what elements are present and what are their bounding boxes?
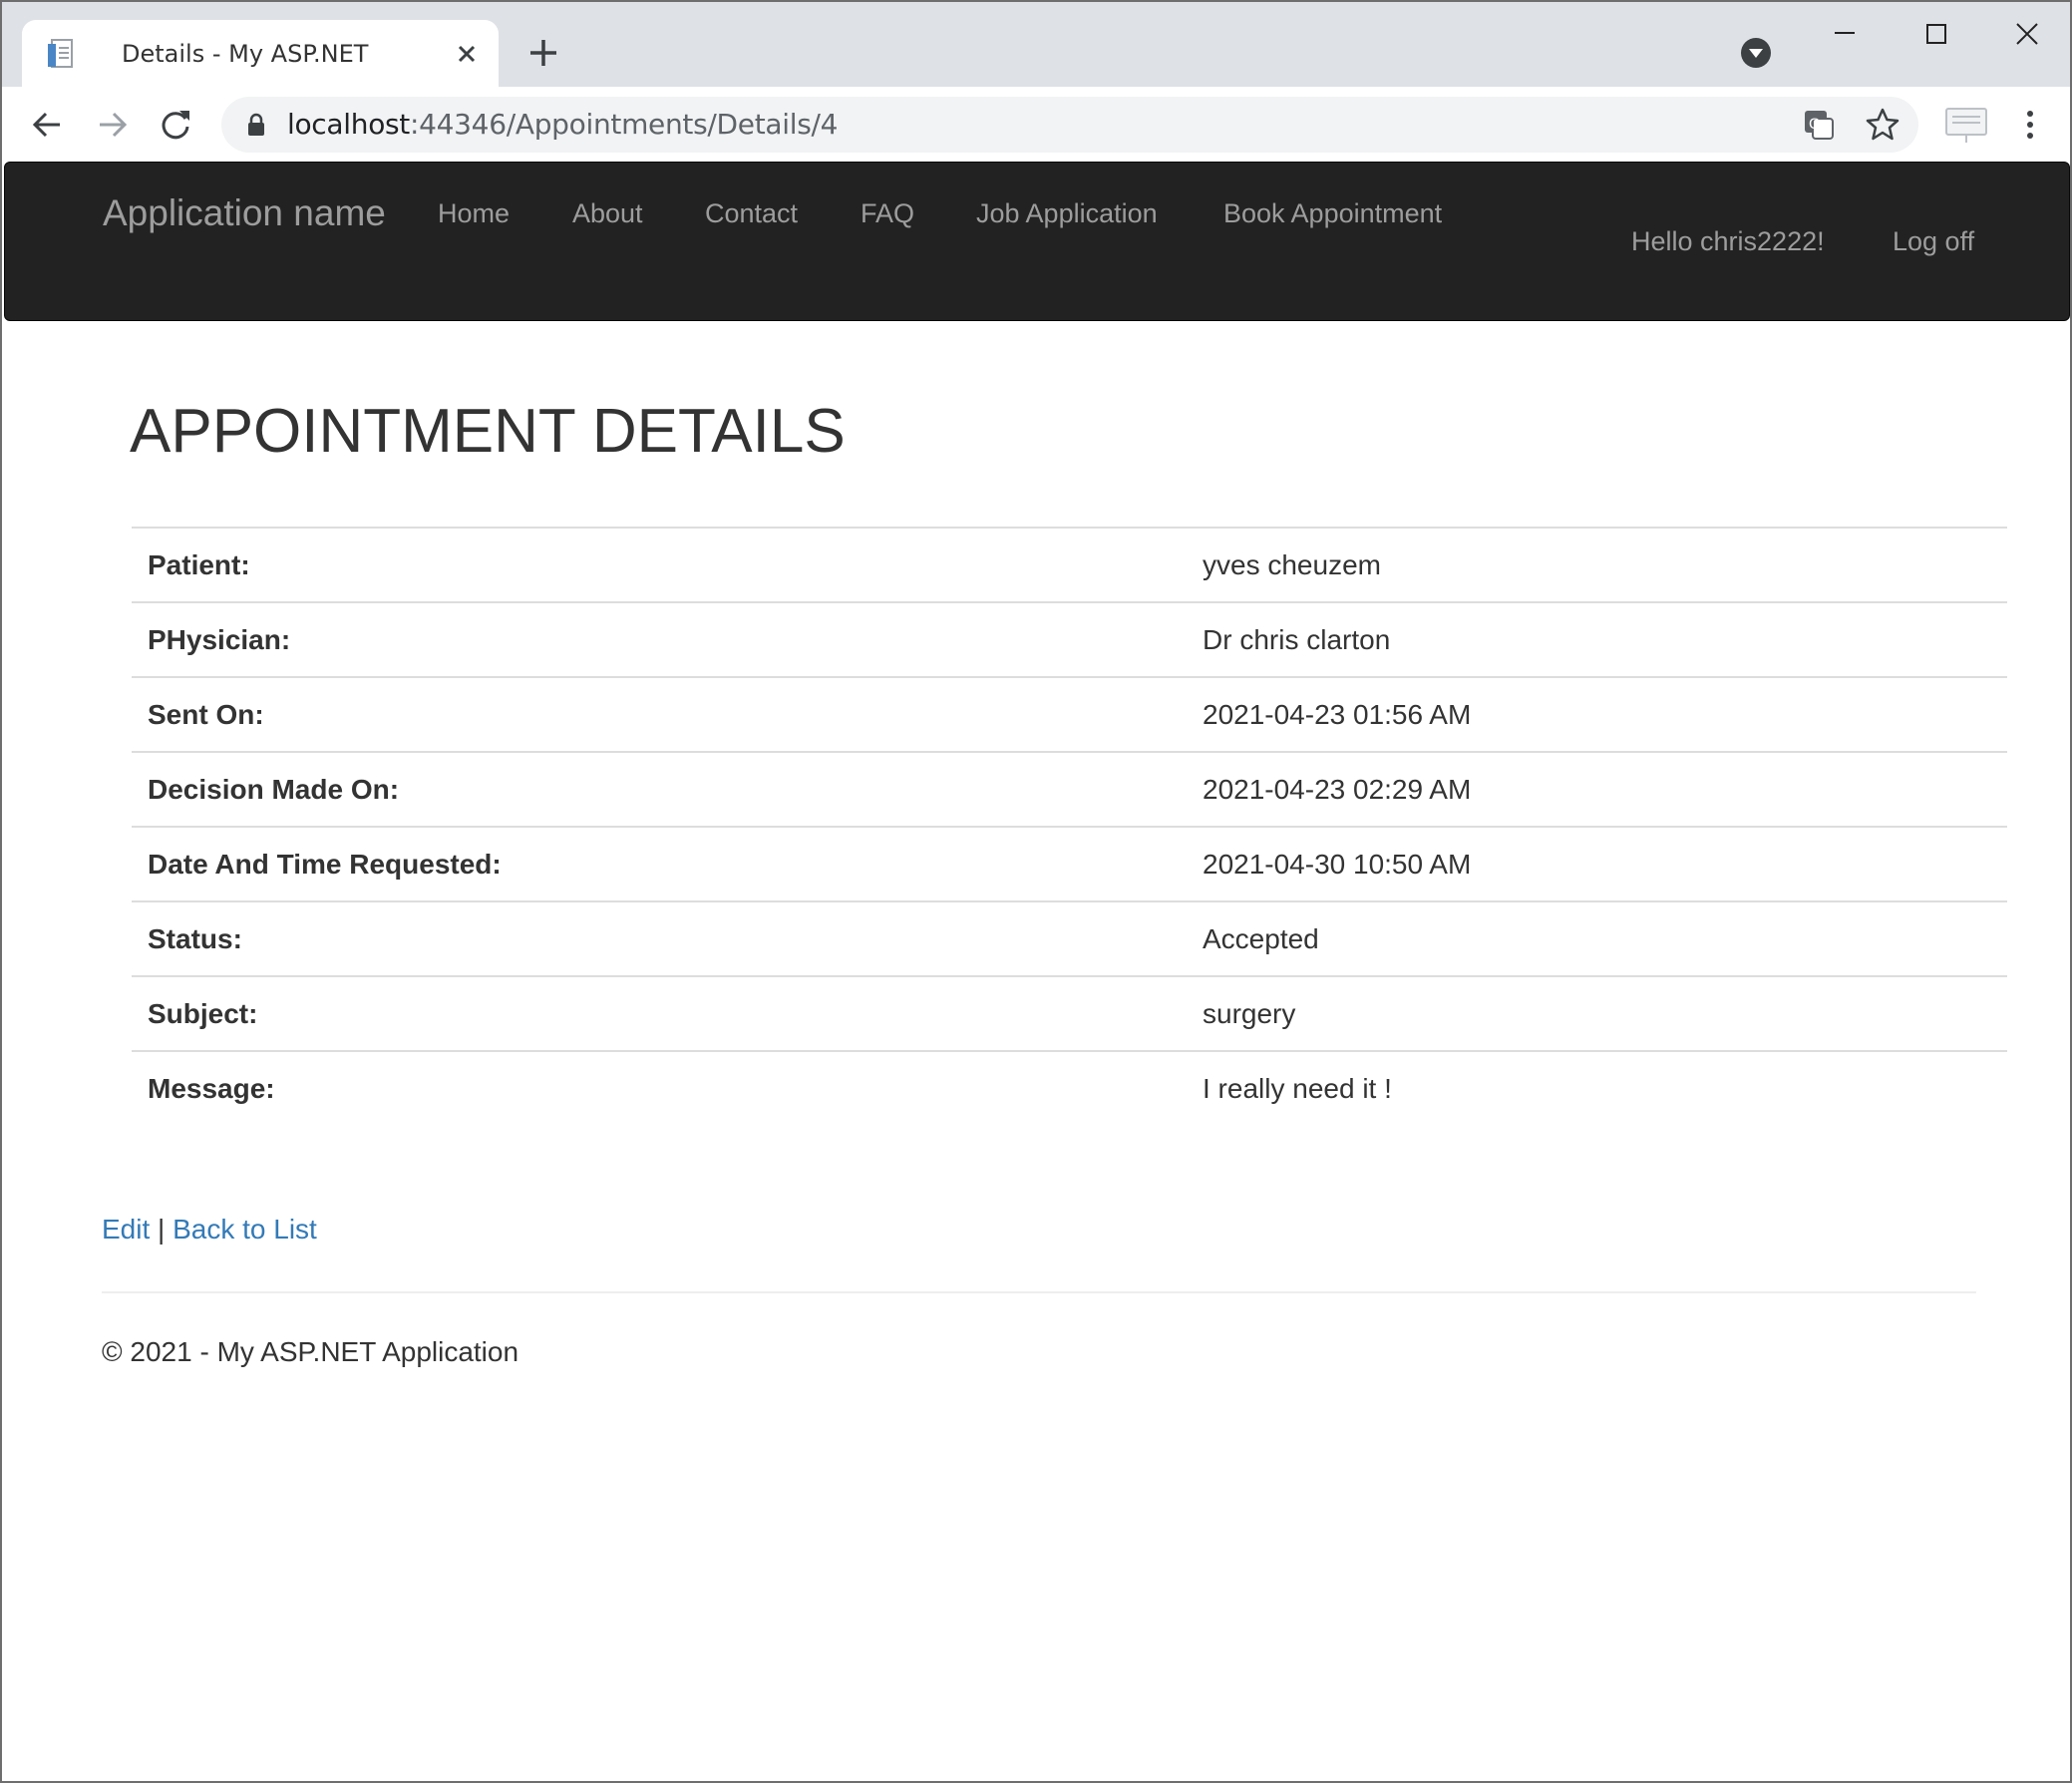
close-icon[interactable] [453,40,481,68]
navbar-brand[interactable]: Application name [103,192,386,234]
detail-value: Dr chris clarton [1185,601,2007,677]
detail-label: Sent On: [132,676,1185,752]
details-row: Sent On: 2021-04-23 01:56 AM [132,676,2007,752]
back-arrow-icon[interactable] [28,105,68,145]
site-navbar: Application name Home About Contact FAQ … [4,162,2070,321]
details-row: PHysician: Dr chris clarton [132,601,2007,677]
detail-value: I really need it ! [1185,1050,2007,1125]
back-to-list-link[interactable]: Back to List [173,1214,317,1245]
nav-link-contact[interactable]: Contact [705,198,798,229]
detail-label: Status: [132,900,1185,976]
browser-tabstrip: Details - My ASP.NET Application [2,2,2070,136]
link-separator: | [158,1214,166,1245]
browser-toolbar: localhost:44346/Appointments/Details/4 G [2,87,2070,163]
edit-link[interactable]: Edit [102,1214,150,1245]
nav-link-book-appointment[interactable]: Book Appointment [1223,198,1442,229]
cast-icon[interactable] [1944,103,1988,147]
detail-value: 2021-04-23 01:56 AM [1185,676,2007,752]
lock-icon[interactable] [247,113,265,137]
details-row: Status: Accepted [132,900,2007,976]
url-path: :44346/Appointments/Details/4 [410,108,839,141]
maximize-icon[interactable] [1906,16,1966,52]
plus-icon[interactable] [526,36,560,70]
nav-link-faq[interactable]: FAQ [861,198,914,229]
nav-user-greeting[interactable]: Hello chris2222! [1631,226,1825,257]
detail-label: Patient: [132,527,1185,602]
address-bar[interactable]: localhost:44346/Appointments/Details/4 G [221,97,1918,153]
url-host: localhost [287,108,410,141]
details-row: Patient: yves cheuzem [132,527,2007,602]
detail-value: surgery [1185,975,2007,1051]
nav-link-home[interactable]: Home [438,198,510,229]
forward-arrow-icon[interactable] [92,105,132,145]
translate-icon[interactable]: G [1799,105,1839,145]
detail-label: Subject: [132,975,1185,1051]
detail-value: Accepted [1185,900,2007,976]
detail-value: 2021-04-30 10:50 AM [1185,826,2007,901]
nav-link-job-application[interactable]: Job Application [976,198,1158,229]
browser-tab[interactable]: Details - My ASP.NET Application [22,20,499,136]
reload-icon[interactable] [156,105,195,145]
footer-divider [102,1291,1976,1293]
detail-value: yves cheuzem [1185,527,2007,602]
detail-label: Message: [132,1050,1185,1125]
action-links: Edit | Back to List [102,1214,317,1246]
detail-label: Date And Time Requested: [132,826,1185,901]
detail-label: PHysician: [132,601,1185,677]
details-table: Patient: yves cheuzem PHysician: Dr chri… [132,527,2007,1125]
detail-value: 2021-04-23 02:29 AM [1185,751,2007,827]
minimize-icon[interactable] [1815,16,1875,52]
window-close-icon[interactable] [1997,16,2057,52]
details-row: Subject: surgery [132,975,2007,1051]
more-vert-icon[interactable] [2010,105,2050,145]
svg-text:G: G [1809,117,1820,133]
profile-dropdown-icon[interactable] [1741,38,1771,68]
details-row: Message: I really need it ! [132,1050,2007,1125]
page-favicon-icon [48,39,73,68]
page-title: APPOINTMENT DETAILS [130,397,846,466]
star-icon[interactable] [1863,105,1902,145]
details-row: Date And Time Requested: 2021-04-30 10:5… [132,826,2007,901]
footer-text: © 2021 - My ASP.NET Application [102,1336,519,1367]
url-text: localhost:44346/Appointments/Details/4 [287,97,838,153]
nav-logoff[interactable]: Log off [1893,226,1974,257]
detail-label: Decision Made On: [132,751,1185,827]
nav-link-about[interactable]: About [572,198,643,229]
details-row: Decision Made On: 2021-04-23 02:29 AM [132,751,2007,827]
